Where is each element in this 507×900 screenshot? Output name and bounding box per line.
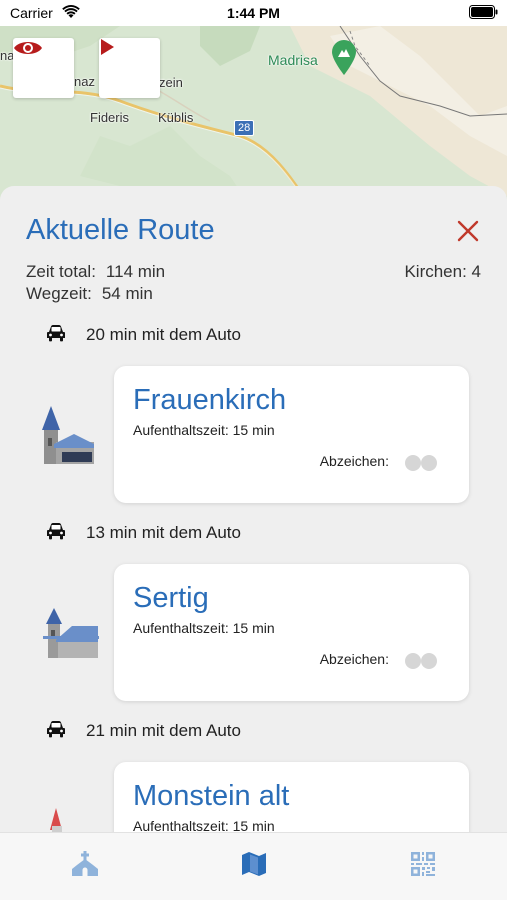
map-view[interactable]: na naz zein Fideris Küblis Madrisa 28 (0, 26, 507, 206)
road-number-badge: 28 (234, 120, 255, 136)
car-icon (46, 324, 66, 347)
drive-leg: 13 min mit dem Auto (46, 521, 241, 545)
tab-qr-code[interactable] (408, 851, 438, 881)
map-icon (241, 851, 267, 882)
total-time-value: 114 min (105, 262, 166, 281)
play-route-button[interactable] (99, 38, 160, 98)
map-terrain (0, 26, 507, 206)
view-toggle-button[interactable] (13, 38, 74, 98)
church-image (40, 608, 100, 665)
qr-code-icon (411, 851, 435, 881)
stay-time: Aufenthaltszeit: 15 min (133, 818, 275, 832)
drive-time-text: 20 min mit dem Auto (86, 325, 241, 344)
tab-map[interactable] (239, 851, 269, 881)
map-label-kueblis: Küblis (158, 110, 194, 125)
close-icon[interactable] (457, 220, 479, 247)
badges-label: Abzeichen: (319, 651, 389, 667)
church-icon (71, 850, 99, 882)
route-panel: Aktuelle Route Zeit total: 114 min Wegzei… (0, 186, 507, 832)
church-name: Frauenkirch (133, 384, 287, 416)
church-card[interactable]: Frauenkirch Aufenthaltszeit: 15 min Abze… (114, 366, 469, 503)
drive-leg: 20 min mit dem Auto (46, 323, 241, 347)
travel-time: Wegzeit: 54 min (26, 284, 153, 304)
tab-churches[interactable] (70, 850, 100, 882)
car-icon (46, 720, 66, 743)
badge-indicator (405, 455, 421, 471)
stay-time: Aufenthaltszeit: 15 min (133, 422, 275, 438)
total-time-label: Zeit total: (26, 262, 96, 281)
church-image (44, 808, 74, 832)
route-title: Aktuelle Route (26, 214, 215, 246)
map-label-naz: naz (74, 74, 95, 89)
churches-count: Kirchen: 4 (404, 262, 481, 281)
drive-leg: 21 min mit dem Auto (46, 719, 241, 743)
church-image (36, 404, 96, 471)
church-name: Monstein alt (133, 780, 290, 812)
battery-icon (469, 5, 499, 24)
badges-label: Abzeichen: (319, 453, 389, 469)
stay-time: Aufenthaltszeit: 15 min (133, 620, 275, 636)
badge-indicator (405, 653, 421, 669)
car-icon (46, 522, 66, 545)
badge-indicator (421, 455, 437, 471)
tab-bar (0, 832, 507, 900)
church-card[interactable]: Monstein alt Aufenthaltszeit: 15 min (114, 762, 469, 832)
status-time: 1:44 PM (227, 5, 280, 21)
drive-time-text: 21 min mit dem Auto (86, 721, 241, 740)
drive-time-text: 13 min mit dem Auto (86, 523, 241, 542)
badge-indicator (421, 653, 437, 669)
travel-time-value: 54 min (101, 284, 153, 303)
map-label-fideris: Fideris (90, 110, 130, 125)
travel-time-label: Wegzeit: (26, 284, 92, 303)
church-card[interactable]: Sertig Aufenthaltszeit: 15 min Abzeichen… (114, 564, 469, 701)
church-name: Sertig (133, 582, 209, 614)
map-label-madrisa: Madrisa (268, 52, 318, 68)
total-time: Zeit total: 114 min (26, 262, 165, 282)
map-label-zein: zein (159, 75, 183, 90)
status-bar: Carrier 1:44 PM (0, 0, 507, 26)
